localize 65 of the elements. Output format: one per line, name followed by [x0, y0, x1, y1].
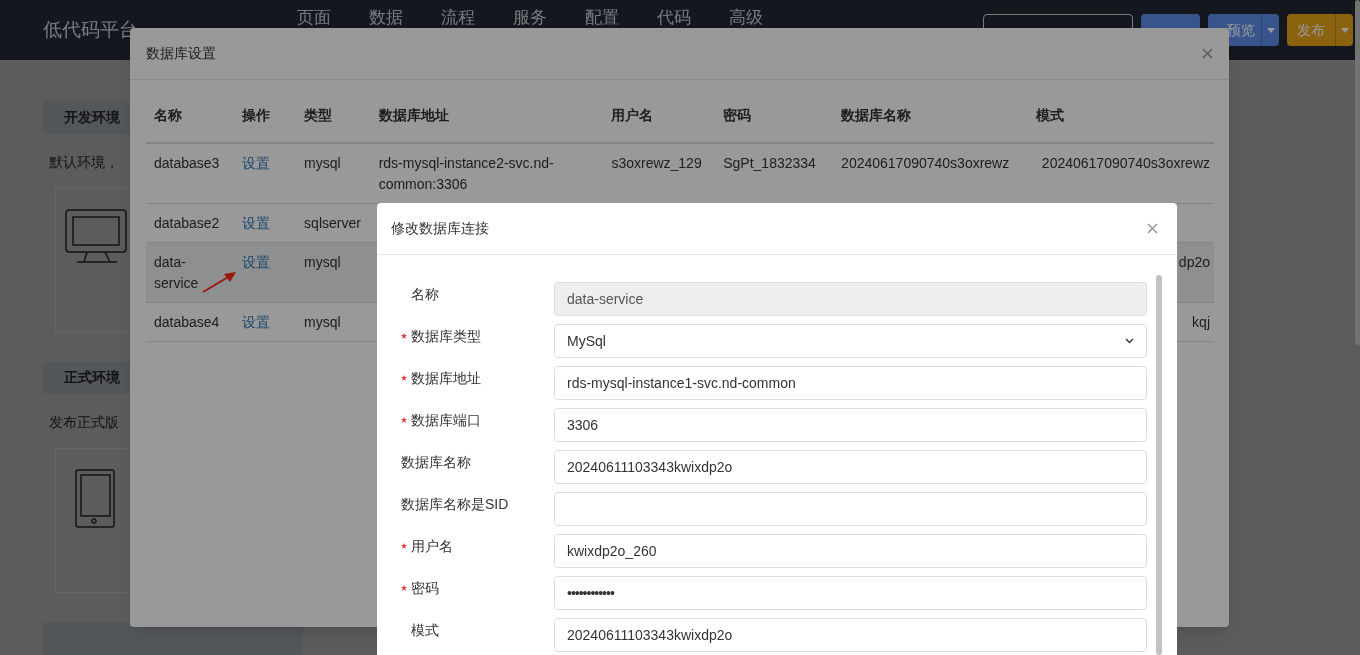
table-cell: mysql	[304, 314, 341, 330]
table-cell: SgPt_1832334	[723, 155, 816, 171]
dialog-title: 修改数据库连接	[391, 219, 489, 238]
monitor-icon	[65, 208, 129, 265]
table-cell: sqlserver	[304, 215, 361, 231]
table-cell: s3oxrewz_129	[611, 155, 702, 171]
dialog-title: 数据库设置	[146, 44, 216, 63]
section-description: 默认环境，	[49, 152, 120, 172]
table-cell: database2	[154, 215, 220, 231]
settings-link[interactable]: 设置	[241, 314, 270, 330]
table-cell: mysql	[304, 155, 341, 171]
column-header: 密码	[715, 104, 834, 143]
nav-link[interactable]: 流程	[441, 5, 475, 31]
table-cell: 20240617090740s3oxrewz	[1041, 155, 1210, 171]
close-icon[interactable]	[1147, 223, 1158, 234]
input-field[interactable]	[554, 492, 1147, 526]
table-cell: data-service	[154, 254, 199, 291]
field-label: 用户名	[411, 537, 453, 556]
required-icon	[401, 375, 407, 381]
column-header: 数据库地址	[370, 104, 604, 143]
field-label: 密码	[411, 579, 439, 598]
field-label: 模式	[411, 621, 439, 640]
field-label: 数据库端口	[411, 411, 481, 430]
nav-link[interactable]: 服务	[513, 5, 547, 31]
nav-link[interactable]: 代码	[657, 5, 691, 31]
input-field[interactable]: 3306	[554, 408, 1147, 442]
column-header: 用户名	[603, 104, 716, 143]
table-cell: kqj	[1192, 314, 1210, 330]
nav-link[interactable]: 数据	[369, 5, 403, 31]
settings-link[interactable]: 设置	[241, 155, 270, 171]
required-icon	[401, 585, 407, 591]
required-icon	[401, 543, 407, 549]
scrollbar[interactable]	[1355, 0, 1360, 345]
table-cell: 20240617090740s3oxrewz	[841, 155, 1010, 171]
required-icon	[401, 417, 407, 423]
column-header: 数据库名称	[833, 104, 1028, 143]
nav-link[interactable]: 配置	[585, 5, 619, 31]
arrow	[202, 272, 236, 293]
field-label: 数据库类型	[411, 327, 481, 346]
input-field[interactable]: 20240611103343kwixdp2o	[554, 618, 1147, 652]
table-cell: database4	[154, 314, 220, 330]
nav-link[interactable]: 高级	[729, 5, 763, 31]
field-label: 名称	[411, 285, 439, 304]
password-field[interactable]: ••••••••••••	[554, 576, 1147, 610]
scrollbar[interactable]	[1156, 275, 1162, 655]
table-cell: database3	[154, 155, 220, 171]
column-header: 模式	[1027, 104, 1214, 143]
input-field[interactable]: rds-mysql-instance1-svc.nd-common	[554, 366, 1147, 400]
select-field[interactable]: MySql	[554, 324, 1147, 358]
table-cell: rds-mysql-instance2-svc.nd-common:3306	[378, 155, 554, 192]
section-description: 发布正式版	[49, 413, 120, 433]
settings-link[interactable]: 设置	[241, 215, 270, 231]
input-field[interactable]: 20240611103343kwixdp2o	[554, 450, 1147, 484]
nav-link[interactable]: 页面	[297, 5, 331, 31]
table-cell: dp2o	[1178, 254, 1210, 270]
input-field[interactable]: kwixdp2o_260	[554, 534, 1147, 568]
settings-link[interactable]: 设置	[241, 254, 270, 270]
chevron-icon[interactable]	[1125, 338, 1134, 344]
required-icon	[401, 333, 407, 339]
field-label: 数据库名称	[401, 453, 471, 472]
field-label: 数据库地址	[411, 369, 481, 388]
tablet-icon	[75, 469, 117, 530]
table-cell: mysql	[304, 254, 341, 270]
field-label: 数据库名称是SID	[401, 495, 509, 514]
close-icon[interactable]	[1202, 48, 1213, 59]
